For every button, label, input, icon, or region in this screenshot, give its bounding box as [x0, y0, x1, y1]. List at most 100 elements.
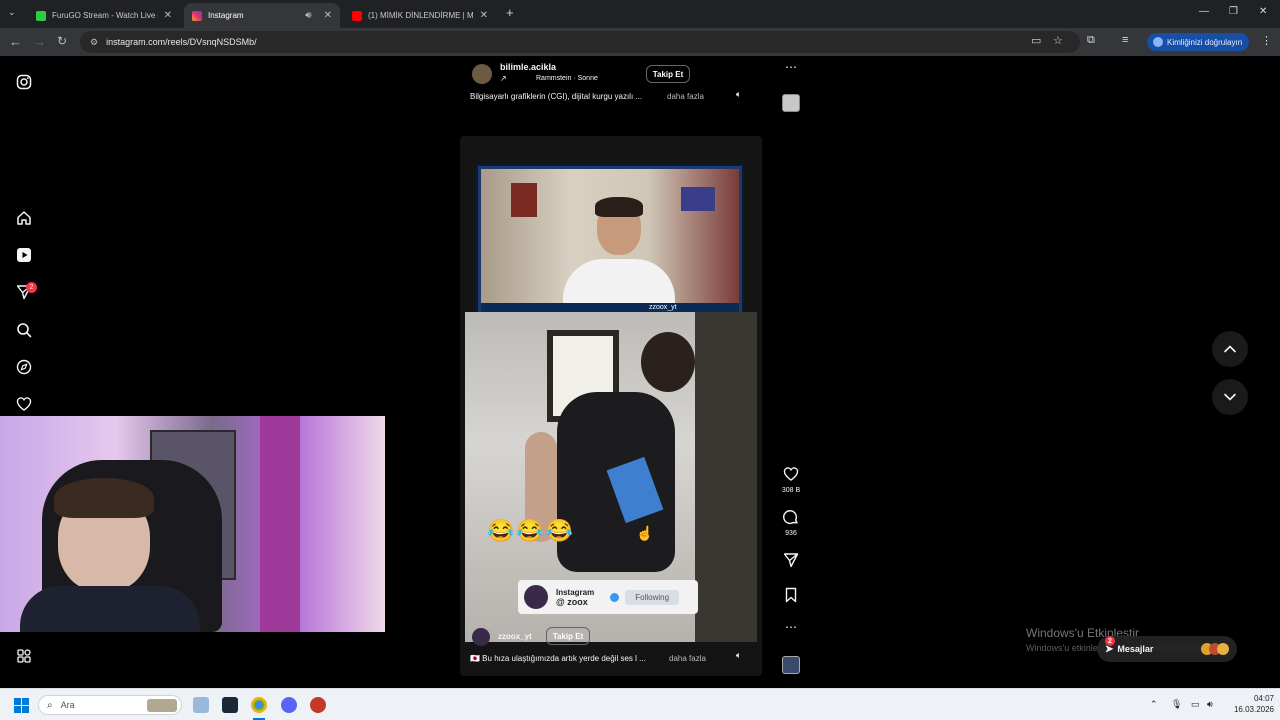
search-icon[interactable]	[14, 320, 34, 340]
like-icon[interactable]	[782, 466, 800, 487]
tab-title: Instagram	[208, 11, 244, 20]
close-tab-icon[interactable]: ✕	[480, 10, 488, 21]
previous-reel-button[interactable]	[1212, 331, 1248, 367]
back-icon[interactable]: ←	[9, 34, 22, 49]
clock-time: 04:07	[1253, 694, 1274, 703]
follow-button[interactable]: Takip Et	[546, 627, 590, 645]
notification-badge: 2	[26, 282, 37, 293]
notifications-heart-icon[interactable]	[14, 394, 34, 414]
search-highlight-image	[147, 699, 177, 712]
more-grid-icon[interactable]	[14, 646, 34, 666]
forward-icon[interactable]: →	[33, 34, 46, 49]
settings-app-icon[interactable]	[193, 697, 209, 713]
more-link[interactable]: daha fazla	[669, 654, 706, 663]
clock[interactable]: 04:07 16.03.2026	[1224, 693, 1274, 715]
mute-icon[interactable]: 🔈︎	[736, 650, 741, 661]
avatar[interactable]	[472, 628, 490, 646]
reel-username[interactable]: zzoox_yt	[498, 632, 532, 641]
home-icon[interactable]	[14, 208, 34, 228]
messages-label: Mesajlar	[1117, 644, 1154, 654]
card-handle: @ zoox	[556, 596, 588, 607]
reel-previous[interactable]: bilimle.acikla ↗ Rammstein · Sonne Takip…	[460, 56, 762, 114]
comment-icon[interactable]	[782, 509, 800, 530]
discord-app-icon[interactable]	[281, 697, 297, 713]
close-tab-icon[interactable]: ✕	[164, 10, 172, 21]
site-info-icon[interactable]: ⚙	[90, 37, 98, 48]
extensions-icon[interactable]: ⧉	[1087, 34, 1095, 47]
address-bar[interactable]: ⚙ instagram.com/reels/DVsnqNSDSMb/	[80, 31, 1080, 53]
tab-title: FuruGO Stream - Watch Live o	[52, 11, 158, 20]
like-count: 308 B	[781, 487, 801, 494]
microphone-icon[interactable]: 🎙︎	[1171, 699, 1182, 710]
laughing-emoji: 😂😂😂	[487, 518, 576, 543]
save-icon[interactable]	[782, 587, 800, 608]
stream-overlay-frame: zzoox_yt	[478, 166, 742, 318]
verified-icon	[610, 592, 620, 602]
cast-icon[interactable]: ▭	[1031, 34, 1041, 47]
speaker-icon[interactable]: 🔊︎	[305, 10, 311, 21]
mute-icon[interactable]: 🔈︎	[736, 89, 741, 100]
tab-search-icon[interactable]: ≡	[1122, 34, 1128, 46]
messages-button[interactable]: ➤ 2 Mesajlar	[1097, 636, 1237, 662]
reel-current[interactable]: zzoox_yt 😂😂😂 Instagram @ zoox Following …	[460, 136, 762, 676]
streamer-hair	[54, 478, 154, 518]
reel-caption: Bilgisayarlı grafiklerin (CGI), dijital …	[470, 92, 643, 101]
share-icon[interactable]	[782, 552, 800, 573]
verify-label: Kimliğinizi doğrulayın	[1167, 37, 1243, 47]
search-icon: ⌕	[47, 699, 53, 711]
card-avatar	[524, 585, 548, 609]
messages-badge: 2	[1105, 636, 1115, 646]
close-tab-icon[interactable]: ✕	[324, 10, 332, 21]
audio-track[interactable]: Rammstein · Sonne	[536, 75, 598, 82]
explore-icon[interactable]	[14, 357, 34, 377]
reel-caption: 🇯🇵 Bu hıza ulaştığımızda artık yerde değ…	[470, 654, 646, 663]
windows-start-icon[interactable]	[14, 698, 29, 713]
avatar[interactable]	[472, 64, 492, 84]
chrome-app-icon[interactable]	[251, 697, 267, 713]
tab-youtube[interactable]: (1) MİMİK DİNLENDİRME | Mad ✕	[344, 3, 496, 28]
message-avatars	[1201, 643, 1229, 655]
instagram-icon	[192, 10, 202, 21]
menu-icon[interactable]: ⋮	[1261, 34, 1272, 47]
reels-icon[interactable]	[14, 245, 34, 265]
minimize-icon[interactable]: —	[1199, 6, 1209, 17]
tab-title: (1) MİMİK DİNLENDİRME | Mad	[368, 11, 474, 20]
volume-icon[interactable]: 🔊︎	[1207, 699, 1213, 710]
tab-furugo[interactable]: FuruGO Stream - Watch Live o ✕	[28, 3, 180, 28]
taskbar-search[interactable]: ⌕ Ara	[38, 695, 182, 715]
tab-search-button[interactable]: ⌄	[8, 7, 16, 18]
audio-arrow-icon: ↗	[500, 74, 507, 83]
audio-thumbnail[interactable]	[782, 656, 800, 674]
audio-thumbnail[interactable]	[782, 94, 800, 112]
next-reel-button[interactable]	[1212, 379, 1248, 415]
url-text: instagram.com/reels/DVsnqNSDSMb/	[106, 37, 257, 47]
wall-poster	[511, 183, 537, 217]
steam-app-icon[interactable]	[222, 697, 238, 713]
reel-username[interactable]: bilimle.acikla	[500, 62, 556, 72]
app-icon[interactable]	[310, 697, 326, 713]
streamer-hair	[595, 197, 643, 217]
follow-card: Instagram @ zoox Following	[518, 580, 698, 614]
more-options-icon[interactable]: ⋯	[782, 620, 800, 634]
network-icon[interactable]: ▭	[1191, 699, 1200, 710]
bookmark-star-icon[interactable]: ☆	[1053, 34, 1063, 47]
new-tab-button[interactable]: +	[506, 5, 514, 20]
tab-strip: ⌄ FuruGO Stream - Watch Live o ✕ Instagr…	[0, 0, 1280, 28]
furugo-icon	[36, 10, 46, 21]
reload-icon[interactable]: ↻	[57, 34, 67, 48]
instagram-logo-icon[interactable]	[14, 72, 34, 92]
verify-identity-button[interactable]: Kimliğinizi doğrulayın	[1147, 33, 1249, 51]
windows-taskbar: ⌕ Ara ⌃ 🎙︎ ▭ 🔊︎ 04:07 16.03.2026	[0, 688, 1280, 720]
tray-expand-icon[interactable]: ⌃	[1150, 699, 1158, 710]
close-window-icon[interactable]: ✕	[1259, 6, 1267, 17]
more-options-icon[interactable]: ⋯	[785, 60, 797, 74]
tab-instagram[interactable]: Instagram 🔊︎ ✕	[184, 3, 340, 28]
search-placeholder: Ara	[60, 700, 75, 710]
webcam-overlay	[0, 416, 385, 632]
restore-icon[interactable]: ❐	[1229, 6, 1238, 17]
clock-date: 16.03.2026	[1233, 705, 1274, 714]
profile-icon	[1153, 37, 1163, 47]
door-frame	[695, 312, 757, 642]
more-link[interactable]: daha fazla	[667, 92, 704, 101]
follow-button[interactable]: Takip Et	[646, 65, 690, 83]
